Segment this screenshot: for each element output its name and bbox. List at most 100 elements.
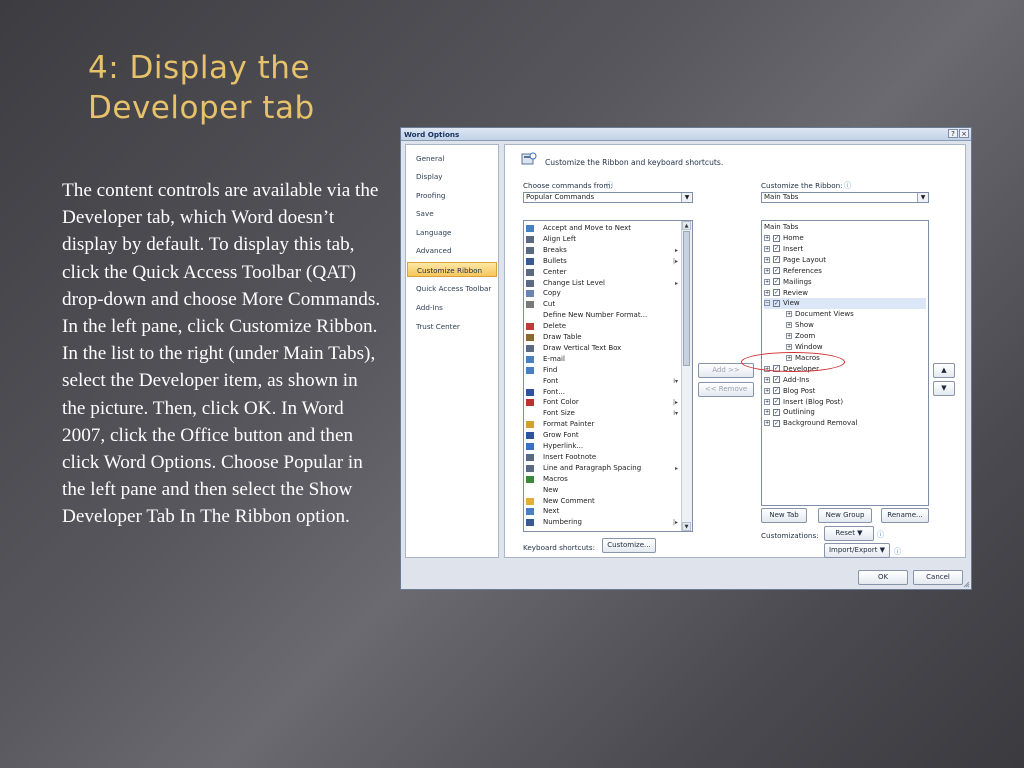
command-item[interactable]: Accept and Move to Next bbox=[526, 223, 678, 234]
command-item[interactable]: Insert Footnote bbox=[526, 452, 678, 463]
checkbox[interactable]: ✓ bbox=[773, 256, 780, 264]
expand-icon[interactable]: + bbox=[764, 245, 770, 252]
command-item[interactable]: New Comment bbox=[526, 496, 678, 507]
tree-item-background-removal[interactable]: + ✓ Background Removal bbox=[764, 418, 926, 429]
expand-icon[interactable]: + bbox=[764, 267, 770, 274]
command-item[interactable]: Bullets |▸ bbox=[526, 256, 678, 267]
expand-icon[interactable]: + bbox=[764, 289, 770, 296]
customize-ribbon-select[interactable]: Main Tabs ▼ bbox=[761, 192, 929, 203]
nav-item-language[interactable]: Language bbox=[407, 225, 497, 240]
expand-icon[interactable]: + bbox=[764, 376, 770, 383]
commands-scrollbar[interactable]: ▲ ▼ bbox=[681, 221, 692, 531]
command-item[interactable]: Line and Paragraph Spacing ▸ bbox=[526, 463, 678, 474]
commands-list[interactable]: ▲ ▼ Accept and Move to Next Align Left Bre… bbox=[523, 220, 693, 532]
tree-item-insert[interactable]: + ✓ Insert bbox=[764, 244, 926, 255]
nav-item-add-ins[interactable]: Add-Ins bbox=[407, 300, 497, 315]
move-down-button[interactable]: ▼ bbox=[933, 381, 955, 396]
tree-item-window[interactable]: + Window bbox=[786, 342, 926, 353]
nav-item-general[interactable]: General bbox=[407, 151, 497, 166]
checkbox[interactable]: ✓ bbox=[773, 387, 780, 395]
scroll-down-arrow-icon[interactable]: ▼ bbox=[682, 522, 691, 531]
tree-item-blog-post[interactable]: + ✓ Blog Post bbox=[764, 386, 926, 397]
command-item[interactable]: Align Left bbox=[526, 234, 678, 245]
tree-item-home[interactable]: + ✓ Home bbox=[764, 233, 926, 244]
nav-item-trust-center[interactable]: Trust Center bbox=[407, 319, 497, 334]
scroll-up-arrow-icon[interactable]: ▲ bbox=[682, 221, 691, 230]
command-item[interactable]: Center bbox=[526, 267, 678, 278]
resize-grip-icon[interactable] bbox=[963, 581, 970, 588]
new-group-button[interactable]: New Group bbox=[818, 508, 872, 523]
command-item[interactable]: Font Size I▾ bbox=[526, 408, 678, 419]
nav-item-customize-ribbon[interactable]: Customize Ribbon bbox=[407, 262, 497, 277]
expand-icon[interactable]: + bbox=[764, 387, 770, 394]
tree-item-view[interactable]: − ✓ View bbox=[764, 298, 926, 310]
customize-shortcuts-button[interactable]: Customize... bbox=[602, 538, 656, 553]
command-item[interactable]: Next bbox=[526, 506, 678, 517]
expand-icon[interactable]: + bbox=[786, 333, 792, 340]
expand-icon[interactable]: + bbox=[786, 344, 792, 350]
help-button[interactable]: ? bbox=[948, 129, 958, 138]
tree-item-outlining[interactable]: + ✓ Outlining bbox=[764, 407, 926, 418]
command-item[interactable]: Copy bbox=[526, 288, 678, 299]
checkbox[interactable]: ✓ bbox=[773, 234, 780, 242]
command-item[interactable]: Font... bbox=[526, 387, 678, 398]
command-item[interactable]: Define New Number Format... bbox=[526, 310, 678, 321]
rename-button[interactable]: Rename... bbox=[881, 508, 929, 523]
command-item[interactable]: Find bbox=[526, 365, 678, 376]
tree-item-document-views[interactable]: + Document Views bbox=[786, 309, 926, 320]
collapse-icon[interactable]: − bbox=[764, 300, 770, 307]
command-item[interactable]: Format Painter bbox=[526, 419, 678, 430]
tree-item-insert-blog-post-[interactable]: + ✓ Insert (Blog Post) bbox=[764, 397, 926, 408]
command-item[interactable]: Font I▾ bbox=[526, 376, 678, 387]
tree-item-references[interactable]: + ✓ References bbox=[764, 266, 926, 277]
command-item[interactable]: Delete bbox=[526, 321, 678, 332]
checkbox[interactable]: ✓ bbox=[773, 278, 780, 286]
tree-item-page-layout[interactable]: + ✓ Page Layout bbox=[764, 255, 926, 266]
command-item[interactable]: Grow Font bbox=[526, 430, 678, 441]
checkbox[interactable]: ✓ bbox=[773, 408, 780, 416]
command-item[interactable]: Hyperlink... bbox=[526, 441, 678, 452]
command-item[interactable]: Change List Level ▸ bbox=[526, 278, 678, 289]
tree-item-mailings[interactable]: + ✓ Mailings bbox=[764, 277, 926, 288]
command-item[interactable]: Macros bbox=[526, 474, 678, 485]
close-button[interactable]: × bbox=[959, 129, 969, 138]
cancel-button[interactable]: Cancel bbox=[913, 570, 963, 585]
command-item[interactable]: Numbering |▸ bbox=[526, 517, 678, 528]
command-item[interactable]: Draw Table bbox=[526, 332, 678, 343]
nav-item-display[interactable]: Display bbox=[407, 169, 497, 184]
expand-icon[interactable]: + bbox=[764, 409, 770, 416]
command-item[interactable]: Cut bbox=[526, 299, 678, 310]
ok-button[interactable]: OK bbox=[858, 570, 908, 585]
command-item[interactable]: Breaks ▸ bbox=[526, 245, 678, 256]
nav-item-proofing[interactable]: Proofing bbox=[407, 188, 497, 203]
checkbox[interactable]: ✓ bbox=[773, 289, 780, 296]
remove-button[interactable]: << Remove bbox=[698, 382, 754, 397]
expand-icon[interactable]: + bbox=[764, 398, 770, 405]
command-item[interactable]: New bbox=[526, 485, 678, 496]
tree-item-show[interactable]: + Show bbox=[786, 320, 926, 331]
nav-item-advanced[interactable]: Advanced bbox=[407, 243, 497, 258]
expand-icon[interactable]: + bbox=[786, 322, 792, 329]
expand-icon[interactable]: + bbox=[764, 278, 770, 285]
choose-commands-select[interactable]: Popular Commands ▼ bbox=[523, 192, 693, 203]
checkbox[interactable]: ✓ bbox=[773, 419, 780, 427]
nav-item-save[interactable]: Save bbox=[407, 206, 497, 221]
expand-icon[interactable]: + bbox=[786, 311, 792, 318]
tree-item-add-ins[interactable]: + ✓ Add-Ins bbox=[764, 375, 926, 386]
command-item[interactable]: Font Color |▸ bbox=[526, 397, 678, 408]
checkbox[interactable]: ✓ bbox=[773, 299, 780, 307]
checkbox[interactable]: ✓ bbox=[773, 398, 780, 405]
scrollbar-thumb[interactable] bbox=[683, 231, 690, 366]
command-item[interactable]: E-mail bbox=[526, 354, 678, 365]
checkbox[interactable]: ✓ bbox=[773, 267, 780, 275]
tree-item-review[interactable]: + ✓ Review bbox=[764, 288, 926, 299]
expand-icon[interactable]: + bbox=[764, 235, 770, 241]
checkbox[interactable]: ✓ bbox=[773, 245, 780, 253]
expand-icon[interactable]: + bbox=[764, 420, 770, 427]
new-tab-button[interactable]: New Tab bbox=[761, 508, 807, 523]
expand-icon[interactable]: + bbox=[764, 256, 770, 263]
nav-item-quick-access-toolbar[interactable]: Quick Access Toolbar bbox=[407, 281, 497, 296]
command-item[interactable]: Draw Vertical Text Box bbox=[526, 343, 678, 354]
move-up-button[interactable]: ▲ bbox=[933, 363, 955, 378]
import-export-button[interactable]: Import/Export ▼ bbox=[824, 543, 890, 558]
